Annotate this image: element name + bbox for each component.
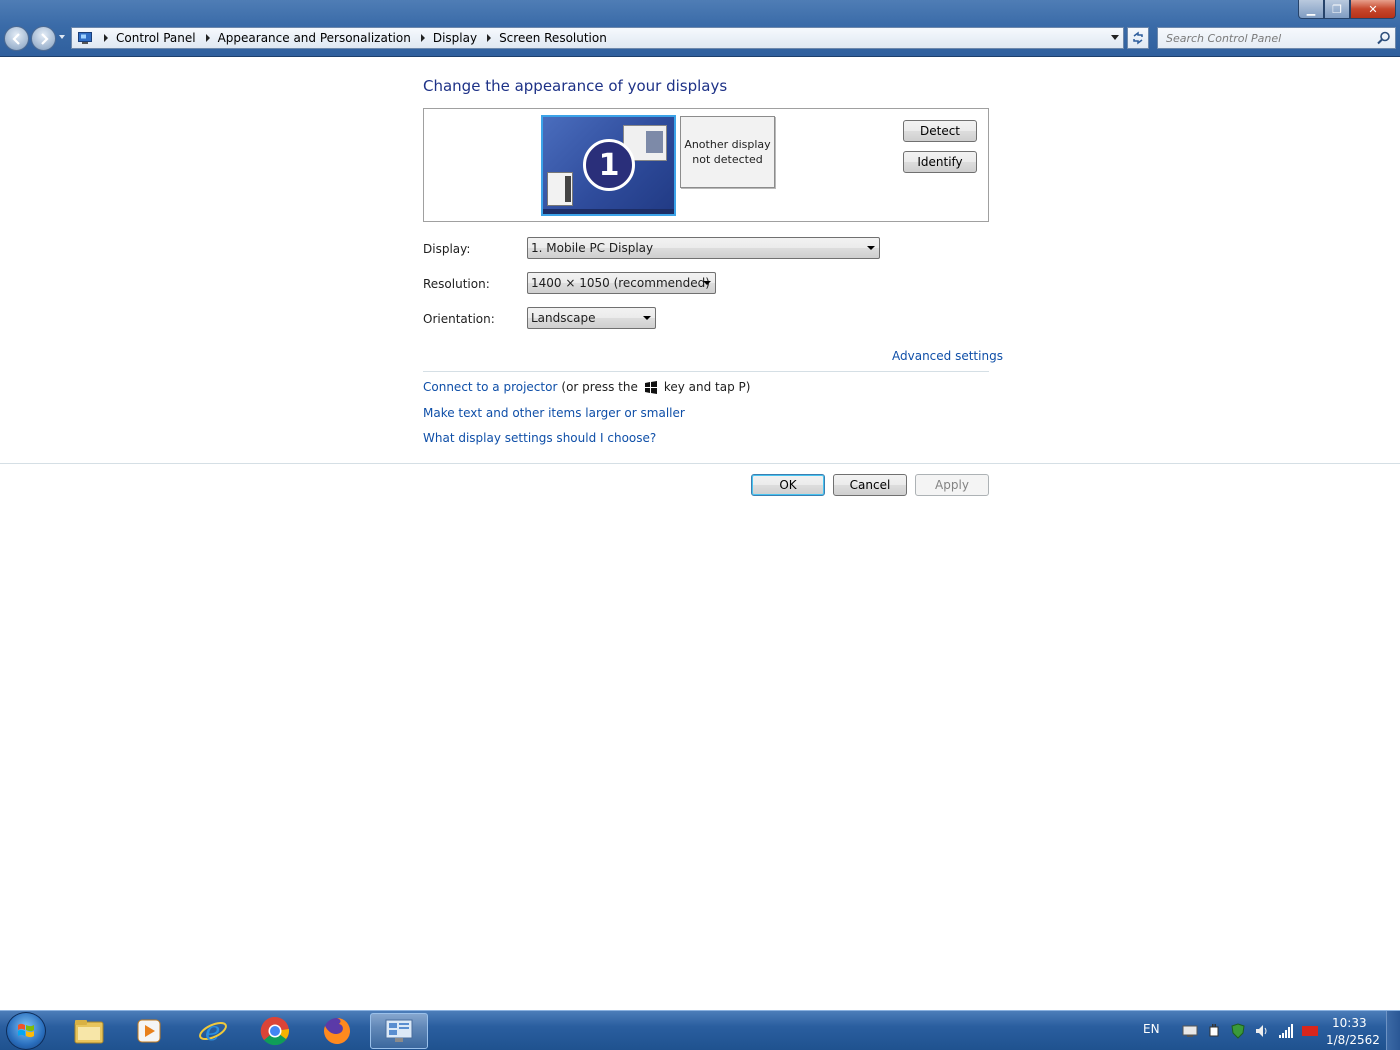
taskbar-firefox[interactable] [308, 1013, 366, 1049]
ok-button[interactable]: OK [751, 474, 825, 496]
taskbar: e EN 10:33 1/8/2562 [0, 1010, 1400, 1050]
display-label: Display: [423, 242, 471, 256]
maximize-button[interactable]: ❐ [1324, 0, 1350, 19]
search-icon[interactable] [1377, 31, 1391, 45]
monitor-window-graphic [547, 172, 573, 206]
close-button[interactable]: ✕ [1350, 0, 1396, 19]
display-dropdown-value: 1. Mobile PC Display [531, 241, 654, 255]
connect-projector-link[interactable]: Connect to a projector [423, 380, 557, 394]
breadcrumb-separator-icon[interactable] [205, 34, 210, 42]
orientation-dropdown[interactable]: Landscape [527, 307, 656, 329]
control-panel-icon [385, 1019, 413, 1042]
monitor-number-badge: 1 [583, 139, 635, 191]
orientation-dropdown-value: Landscape [531, 311, 596, 325]
firefox-icon [324, 1018, 350, 1044]
monitor-1-tile[interactable]: 1 [541, 115, 676, 216]
volume-icon[interactable] [1254, 1023, 1270, 1039]
apply-button[interactable]: Apply [915, 474, 989, 496]
taskbar-control-panel[interactable] [370, 1013, 428, 1049]
page-title: Change the appearance of your displays [423, 77, 728, 95]
search-input[interactable] [1158, 28, 1368, 48]
display-arrangement-panel: 1 Another display not detected Detect Id… [423, 108, 989, 222]
control-panel-icon [76, 30, 94, 46]
back-arrow-icon [11, 32, 20, 45]
search-box[interactable] [1157, 27, 1396, 49]
display-dropdown[interactable]: 1. Mobile PC Display [527, 237, 880, 259]
orientation-label: Orientation: [423, 312, 495, 326]
back-button[interactable] [4, 26, 29, 51]
breadcrumb-screen-resolution[interactable]: Screen Resolution [499, 31, 607, 45]
resolution-dropdown-value: 1400 × 1050 (recommended) [531, 276, 710, 290]
address-bar[interactable]: Control Panel Appearance and Personaliza… [71, 27, 1124, 49]
media-player-icon [137, 1019, 161, 1043]
breadcrumb-appearance[interactable]: Appearance and Personalization [218, 31, 411, 45]
address-dropdown-icon[interactable] [1111, 35, 1119, 40]
start-button[interactable] [6, 1012, 46, 1050]
projector-hint-suffix: key and tap P) [663, 380, 751, 394]
power-icon[interactable] [1206, 1023, 1222, 1039]
advanced-settings-link[interactable]: Advanced settings [892, 349, 1003, 363]
breadcrumb-separator-icon[interactable] [420, 34, 425, 42]
security-icon[interactable] [1230, 1023, 1246, 1039]
detect-button[interactable]: Detect [903, 120, 977, 142]
resolution-label: Resolution: [423, 277, 490, 291]
recent-pages-dropdown[interactable] [59, 35, 65, 39]
close-icon: ✕ [1368, 2, 1378, 16]
resolution-dropdown[interactable]: 1400 × 1050 (recommended) [527, 272, 716, 294]
refresh-button[interactable] [1127, 27, 1149, 49]
forward-arrow-icon [40, 32, 49, 45]
chevron-down-icon [867, 246, 875, 250]
language-indicator[interactable]: EN [1143, 1022, 1160, 1036]
internet-explorer-icon: e [199, 1017, 227, 1046]
windows-key-icon [644, 380, 657, 394]
clock-time[interactable]: 10:33 [1332, 1016, 1367, 1030]
refresh-icon [1133, 31, 1143, 45]
window-titlebar: ▁ ❐ ✕ Control Panel Appearance and Perso… [0, 0, 1400, 57]
cancel-button[interactable]: Cancel [833, 474, 907, 496]
taskbar-chrome[interactable] [246, 1013, 304, 1049]
text-size-link[interactable]: Make text and other items larger or smal… [423, 406, 685, 420]
windows-explorer-icon [74, 1020, 104, 1044]
footer-divider [0, 463, 1400, 464]
projector-hint-prefix: (or press the [561, 380, 638, 394]
monitor-2-tile[interactable]: Another display not detected [680, 116, 775, 188]
taskbar-windows-explorer[interactable] [60, 1013, 118, 1049]
breadcrumb-separator-icon[interactable] [104, 34, 108, 42]
system-tray: EN 10:33 1/8/2562 [1110, 1011, 1400, 1050]
chrome-icon [260, 1016, 290, 1046]
maximize-icon: ❐ [1332, 2, 1342, 16]
taskbar-internet-explorer[interactable]: e [184, 1013, 242, 1049]
section-divider [423, 371, 989, 372]
network-signal-icon[interactable] [1278, 1023, 1294, 1039]
breadcrumb-display[interactable]: Display [433, 31, 477, 45]
window-controls: ▁ ❐ ✕ [1298, 0, 1396, 19]
minimize-button[interactable]: ▁ [1298, 0, 1324, 19]
windows-logo-icon [18, 1023, 34, 1038]
breadcrumb-separator-icon[interactable] [487, 34, 492, 42]
identify-button[interactable]: Identify [903, 151, 977, 173]
chevron-down-icon [703, 281, 711, 285]
action-center-icon[interactable] [1182, 1023, 1198, 1039]
projector-line: Connect to a projector (or press the key… [423, 380, 750, 394]
forward-button[interactable] [31, 26, 56, 51]
ati-icon[interactable] [1302, 1023, 1318, 1039]
show-desktop-button[interactable] [1386, 1011, 1400, 1050]
chevron-down-icon [643, 316, 651, 320]
taskbar-media-player[interactable] [120, 1013, 178, 1049]
clock-date[interactable]: 1/8/2562 [1326, 1033, 1380, 1047]
minimize-icon: ▁ [1306, 2, 1316, 16]
breadcrumb-control-panel[interactable]: Control Panel [116, 31, 196, 45]
svg-text:e: e [205, 1017, 220, 1046]
display-help-link[interactable]: What display settings should I choose? [423, 431, 656, 445]
monitor-2-label: Another display not detected [684, 138, 771, 166]
